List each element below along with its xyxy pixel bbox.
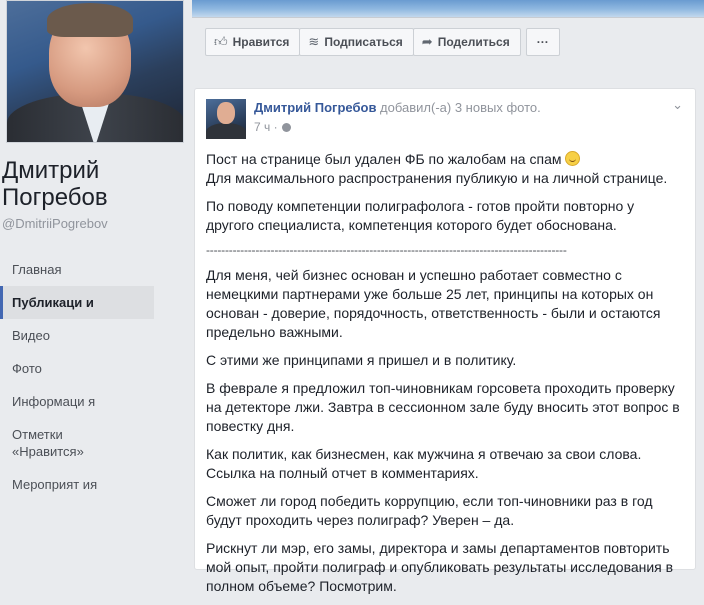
nav-item-home[interactable]: Главная xyxy=(0,253,182,286)
post-divider: ----------------------------------------… xyxy=(206,244,567,256)
more-icon: ··· xyxy=(536,35,549,49)
post-paragraph: Для меня, чей бизнес основан и успешно р… xyxy=(206,267,661,340)
page-title[interactable]: Дмитрий Погребов xyxy=(2,157,190,211)
page-title-line2: Погребов xyxy=(2,184,108,211)
post-paragraph: С этими же принципами я пришел и в полит… xyxy=(206,352,517,368)
cover-photo[interactable] xyxy=(192,0,704,18)
share-label: Поделиться xyxy=(437,35,510,49)
chevron-down-icon[interactable]: ⌄ xyxy=(672,97,683,113)
post-paragraph: Как политик, как бизнесмен, как мужчина … xyxy=(206,446,642,481)
page-handle[interactable]: @DmitriiPogrebov xyxy=(2,216,108,231)
page-action-bar: 👍︎ Нравится ≋ Подписаться ➦ Поделиться ·… xyxy=(205,28,560,58)
globe-icon[interactable] xyxy=(281,123,291,132)
more-button[interactable]: ··· xyxy=(525,28,560,56)
like-button[interactable]: 👍︎ Нравится xyxy=(205,28,301,56)
post-card: Дмитрий Погребов добавил(-а) 3 новых фот… xyxy=(194,88,696,594)
post-author-avatar[interactable] xyxy=(206,99,246,139)
nav-item-events[interactable]: Мероприят ия xyxy=(0,468,114,501)
post-action-text: добавил(-а) 3 новых фото. xyxy=(376,100,541,115)
post-timestamp[interactable]: 7 ч · xyxy=(254,120,278,134)
subscribe-label: Подписаться xyxy=(324,35,403,49)
nav-item-photos[interactable]: Фото xyxy=(0,352,182,385)
post-paragraph: Пост на странице был удален ФБ по жалоба… xyxy=(206,150,686,188)
post-author-link[interactable]: Дмитрий Погребов xyxy=(254,100,376,115)
smile-emoji-icon xyxy=(565,151,581,166)
nav-item-about[interactable]: Информаци я xyxy=(0,385,114,418)
page-title-line1: Дмитрий xyxy=(2,157,100,184)
post-line: Пост на странице был удален ФБ по жалоба… xyxy=(206,151,566,167)
post-paragraph: В феврале я предложил топ-чиновникам гор… xyxy=(206,380,680,434)
subscribe-button[interactable]: ≋ Подписаться xyxy=(299,28,414,56)
post-paragraph: Сможет ли город победить коррупцию, если… xyxy=(206,493,653,528)
profile-photo[interactable] xyxy=(6,0,184,143)
left-column: Дмитрий Погребов @DmitriiPogrebov Главна… xyxy=(0,0,192,562)
rss-icon: ≋ xyxy=(308,34,320,49)
share-button[interactable]: ➦ Поделиться xyxy=(412,28,521,56)
post-paragraph: Рискнут ли мэр, его замы, директора и за… xyxy=(206,540,674,594)
nav-item-posts[interactable]: Публикаци и xyxy=(0,286,154,319)
nav-item-videos[interactable]: Видео xyxy=(0,319,182,352)
post-text: Пост на странице был удален ФБ по жалоба… xyxy=(206,150,686,605)
nav-item-likes[interactable]: Отметки «Нравится» xyxy=(0,418,114,468)
post-meta: 7 ч · xyxy=(254,120,291,134)
post-header: Дмитрий Погребов добавил(-а) 3 новых фот… xyxy=(254,100,541,115)
post-paragraph: По поводу компетенции полиграфолога - го… xyxy=(206,198,635,233)
page-nav: Главная Публикаци и Видео Фото Информаци… xyxy=(0,253,182,501)
post-line: Для максимального распространения публик… xyxy=(206,170,668,186)
like-label: Нравится xyxy=(232,35,290,49)
share-arrow-icon: ➦ xyxy=(421,34,433,49)
thumbs-up-icon: 👍︎ xyxy=(214,34,228,49)
